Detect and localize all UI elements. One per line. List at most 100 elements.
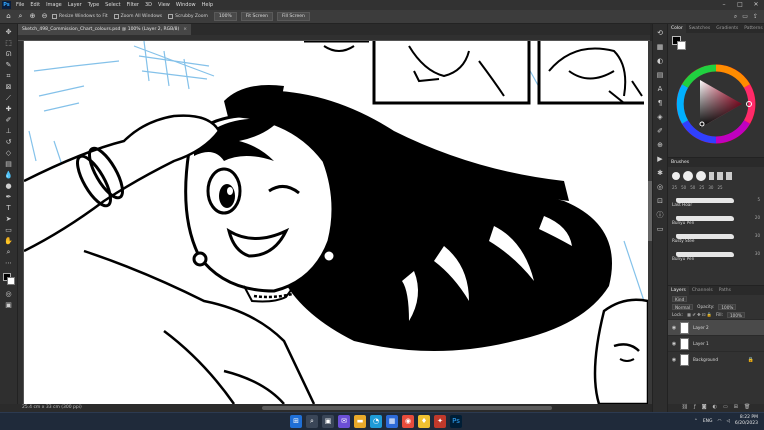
gradient-tool-icon[interactable]: ▤ bbox=[3, 159, 15, 169]
tab-channels[interactable]: Channels bbox=[689, 286, 716, 295]
stamp-tool-icon[interactable]: ⊥ bbox=[3, 126, 15, 136]
share-icon[interactable]: ⇪ bbox=[753, 13, 758, 21]
foreground-background-colors[interactable] bbox=[2, 273, 15, 285]
blur-tool-icon[interactable]: 💧 bbox=[3, 170, 15, 180]
minimize-button[interactable]: – bbox=[716, 0, 732, 10]
clock[interactable]: 8:22 PM 6/20/2023 bbox=[735, 415, 758, 427]
menu-type[interactable]: Type bbox=[85, 2, 102, 8]
app-icon-2[interactable]: ✦ bbox=[434, 415, 446, 428]
fill-field[interactable]: 100% bbox=[727, 312, 745, 318]
libraries-panel-icon[interactable]: ▤ bbox=[655, 70, 665, 80]
zoom-all-checkbox[interactable] bbox=[113, 14, 119, 19]
history-panel-icon[interactable]: ⟲ bbox=[655, 28, 665, 38]
shape-tool-icon[interactable]: ▭ bbox=[3, 225, 15, 235]
menu-select[interactable]: Select bbox=[102, 2, 123, 8]
lock-icons[interactable]: ▦ ✐ ✥ ⊡ 🔒 bbox=[687, 311, 712, 319]
edge-icon[interactable]: ◔ bbox=[370, 415, 382, 428]
channels-panel-icon[interactable]: ◎ bbox=[655, 182, 665, 192]
zoom-tool-icon[interactable]: ⌕ bbox=[16, 12, 25, 21]
wifi-icon[interactable]: ◠ bbox=[718, 419, 722, 424]
photoshop-taskbar-icon[interactable]: Ps bbox=[450, 415, 462, 428]
document-size-status[interactable]: 25.4 cm x 33 cm (300 ppi) bbox=[22, 405, 82, 410]
character-panel-icon[interactable]: A bbox=[655, 84, 665, 94]
brush-preset-6[interactable] bbox=[726, 172, 732, 180]
tab-swatches[interactable]: Swatches bbox=[686, 24, 714, 33]
type-tool-icon[interactable]: T bbox=[3, 203, 15, 213]
pen-tool-icon[interactable]: ✒ bbox=[3, 192, 15, 202]
menu-view[interactable]: View bbox=[155, 2, 173, 8]
screen-mode-icon[interactable]: ▣ bbox=[3, 300, 15, 310]
frame-tool-icon[interactable]: ⊠ bbox=[3, 82, 15, 92]
glyphs-panel-icon[interactable]: ◈ bbox=[655, 112, 665, 122]
start-icon[interactable]: ⊞ bbox=[290, 415, 302, 428]
home-icon[interactable]: ⌂ bbox=[4, 12, 13, 21]
path-select-tool-icon[interactable]: ➤ bbox=[3, 214, 15, 224]
quick-mask-icon[interactable]: ◎ bbox=[3, 289, 15, 299]
task-view-icon[interactable]: ▣ bbox=[322, 415, 334, 428]
document-canvas[interactable] bbox=[24, 41, 648, 404]
clone-source-icon[interactable]: ⊕ bbox=[655, 140, 665, 150]
chrome-icon[interactable]: ◉ bbox=[402, 415, 414, 428]
quick-select-tool-icon[interactable]: ✎ bbox=[3, 60, 15, 70]
link-layers-icon[interactable]: ⛓ bbox=[682, 404, 688, 412]
document-tab[interactable]: Sketch_498_Commission_Chart_colours.psd … bbox=[18, 24, 192, 35]
delete-layer-icon[interactable]: 🗑 bbox=[744, 404, 750, 412]
crop-tool-icon[interactable]: ⌗ bbox=[3, 71, 15, 81]
new-group-icon[interactable]: ▭ bbox=[723, 404, 728, 412]
eraser-tool-icon[interactable]: ◇ bbox=[3, 148, 15, 158]
visibility-eye-icon[interactable]: ◉ bbox=[670, 357, 678, 363]
menu-help[interactable]: Help bbox=[199, 2, 216, 8]
opacity-field[interactable]: 100% bbox=[718, 304, 737, 310]
styles-panel-icon[interactable]: ✱ bbox=[655, 168, 665, 178]
maximize-button[interactable]: □ bbox=[732, 0, 748, 10]
properties-panel-icon[interactable]: ▦ bbox=[655, 42, 665, 52]
menu-image[interactable]: Image bbox=[43, 2, 65, 8]
menu-3d[interactable]: 3D bbox=[142, 2, 155, 8]
paragraph-panel-icon[interactable]: ¶ bbox=[655, 98, 665, 108]
adjustment-layer-icon[interactable]: ◐ bbox=[713, 404, 717, 412]
store-icon[interactable]: ▦ bbox=[386, 415, 398, 428]
color-wheel[interactable] bbox=[676, 64, 756, 144]
blend-mode-select[interactable]: Normal bbox=[672, 304, 694, 310]
brushes-panel-title[interactable]: Brushes bbox=[668, 158, 764, 167]
more-tools-icon[interactable]: ⋯ bbox=[3, 258, 15, 268]
scrubby-zoom-option[interactable]: Scrubby Zoom bbox=[168, 14, 208, 19]
zoom-out-icon[interactable]: ⊖ bbox=[40, 12, 49, 21]
app-icon[interactable]: ♦ bbox=[418, 415, 430, 428]
brush-preset-1[interactable] bbox=[672, 172, 680, 180]
fill-screen-button[interactable]: Fill Screen bbox=[276, 12, 310, 21]
tab-patterns[interactable]: Patterns bbox=[741, 24, 764, 33]
brush-preset-3[interactable] bbox=[696, 171, 706, 181]
close-window-button[interactable]: ✕ bbox=[748, 0, 764, 10]
healing-tool-icon[interactable]: ✚ bbox=[3, 104, 15, 114]
fx-icon[interactable]: ƒ bbox=[694, 404, 696, 412]
horizontal-scroll-thumb[interactable] bbox=[262, 406, 552, 410]
eyedropper-tool-icon[interactable]: ⟋ bbox=[3, 93, 15, 103]
lasso-tool-icon[interactable]: ᘏ bbox=[3, 49, 15, 59]
marquee-tool-icon[interactable]: ⬚ bbox=[3, 38, 15, 48]
fit-screen-button[interactable]: Fit Screen bbox=[240, 12, 273, 21]
menu-window[interactable]: Window bbox=[173, 2, 199, 8]
brush-item[interactable]: Bunyu Pen 30 bbox=[668, 244, 764, 262]
layer-row[interactable]: ◉ Background 🔒 bbox=[668, 351, 764, 367]
panel-background-swatch[interactable] bbox=[677, 41, 686, 50]
timeline-panel-icon[interactable]: ▭ bbox=[655, 224, 665, 234]
brush-settings-icon[interactable]: ✐ bbox=[655, 126, 665, 136]
brush-preset-4[interactable] bbox=[709, 172, 714, 180]
hand-tool-icon[interactable]: ✋ bbox=[3, 236, 15, 246]
resize-windows-checkbox[interactable] bbox=[52, 14, 57, 19]
menu-file[interactable]: File bbox=[13, 2, 27, 8]
layer-row[interactable]: ◉ Layer 1 bbox=[668, 335, 764, 351]
add-mask-icon[interactable]: ◙ bbox=[702, 404, 707, 412]
info-panel-icon[interactable]: ⓘ bbox=[655, 210, 665, 220]
tab-color[interactable]: Color bbox=[668, 24, 686, 33]
brush-item[interactable]: Last Hoar 5 bbox=[668, 190, 764, 208]
panel-color-chips[interactable] bbox=[672, 36, 686, 50]
search-taskbar-icon[interactable]: ⌕ bbox=[306, 415, 318, 428]
layer-row[interactable]: ◉ Layer 2 bbox=[668, 319, 764, 335]
zoom-in-icon[interactable]: ⊕ bbox=[28, 12, 37, 21]
dodge-tool-icon[interactable]: ● bbox=[3, 181, 15, 191]
zoom-tool-icon[interactable]: ⌕ bbox=[3, 247, 15, 257]
new-layer-icon[interactable]: ⊞ bbox=[734, 404, 738, 412]
language-indicator[interactable]: ENG bbox=[703, 419, 713, 424]
